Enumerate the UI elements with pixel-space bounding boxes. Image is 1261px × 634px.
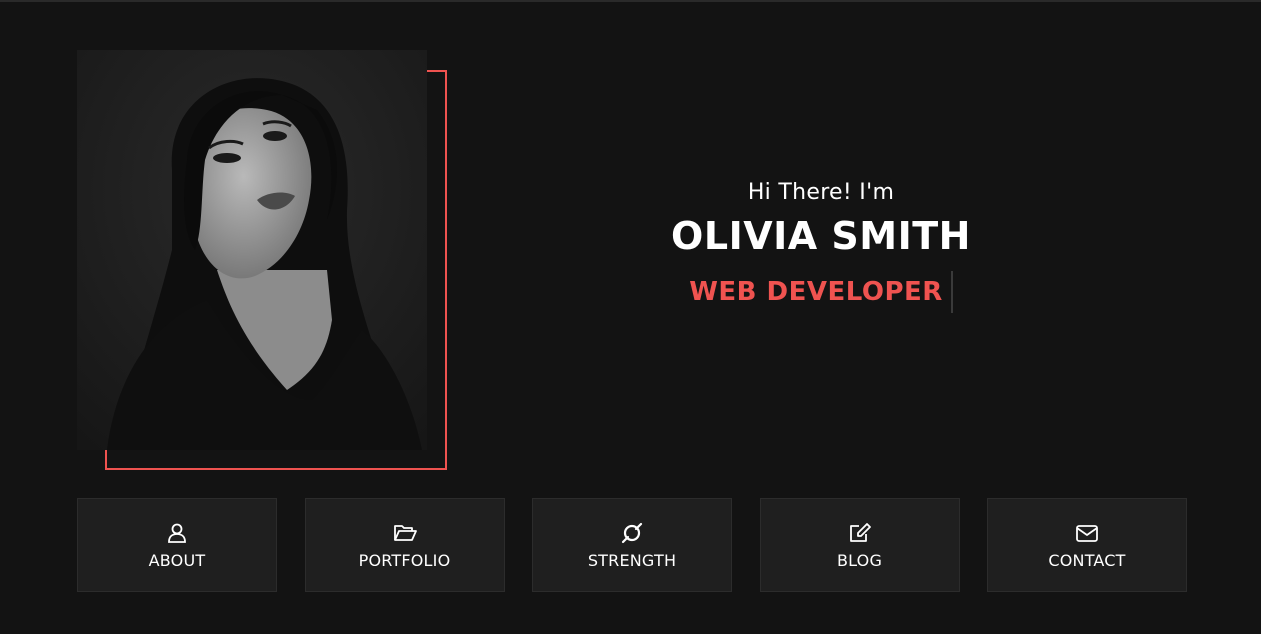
nav-portfolio-button[interactable]: PORTFOLIO xyxy=(304,498,505,592)
nav-portfolio-label: PORTFOLIO xyxy=(358,550,451,570)
user-icon xyxy=(165,521,189,545)
folder-open-icon xyxy=(393,521,417,545)
edit-icon xyxy=(848,521,872,545)
nav-strength-button[interactable]: STRENGTH xyxy=(532,498,732,592)
nav-contact-button[interactable]: CONTACT xyxy=(987,498,1187,592)
nav-about-label: ABOUT xyxy=(148,550,206,570)
section-nav: ABOUT PORTFOLIO STRENGTH BLOG CONTACT xyxy=(77,498,1187,592)
nav-blog-button[interactable]: BLOG xyxy=(759,498,960,592)
nav-blog-label: BLOG xyxy=(836,550,883,570)
hero-greeting: Hi There! I'm xyxy=(747,180,895,205)
envelope-icon xyxy=(1075,521,1099,545)
profile-photo xyxy=(77,50,427,450)
typing-caret xyxy=(950,271,953,313)
hero-role: WEB DEVELOPER xyxy=(689,277,943,307)
top-divider xyxy=(0,0,1261,2)
nav-contact-label: CONTACT xyxy=(1048,550,1126,570)
nav-strength-label: STRENGTH xyxy=(587,550,677,570)
hero-name: OLIVIA SMITH xyxy=(671,214,971,258)
hero-intro: Hi There! I'm OLIVIA SMITH WEB DEVELOPER xyxy=(600,180,1042,313)
nav-about-button[interactable]: ABOUT xyxy=(77,498,277,592)
hero-role-wrap: WEB DEVELOPER xyxy=(689,271,953,313)
strength-icon xyxy=(620,521,644,545)
